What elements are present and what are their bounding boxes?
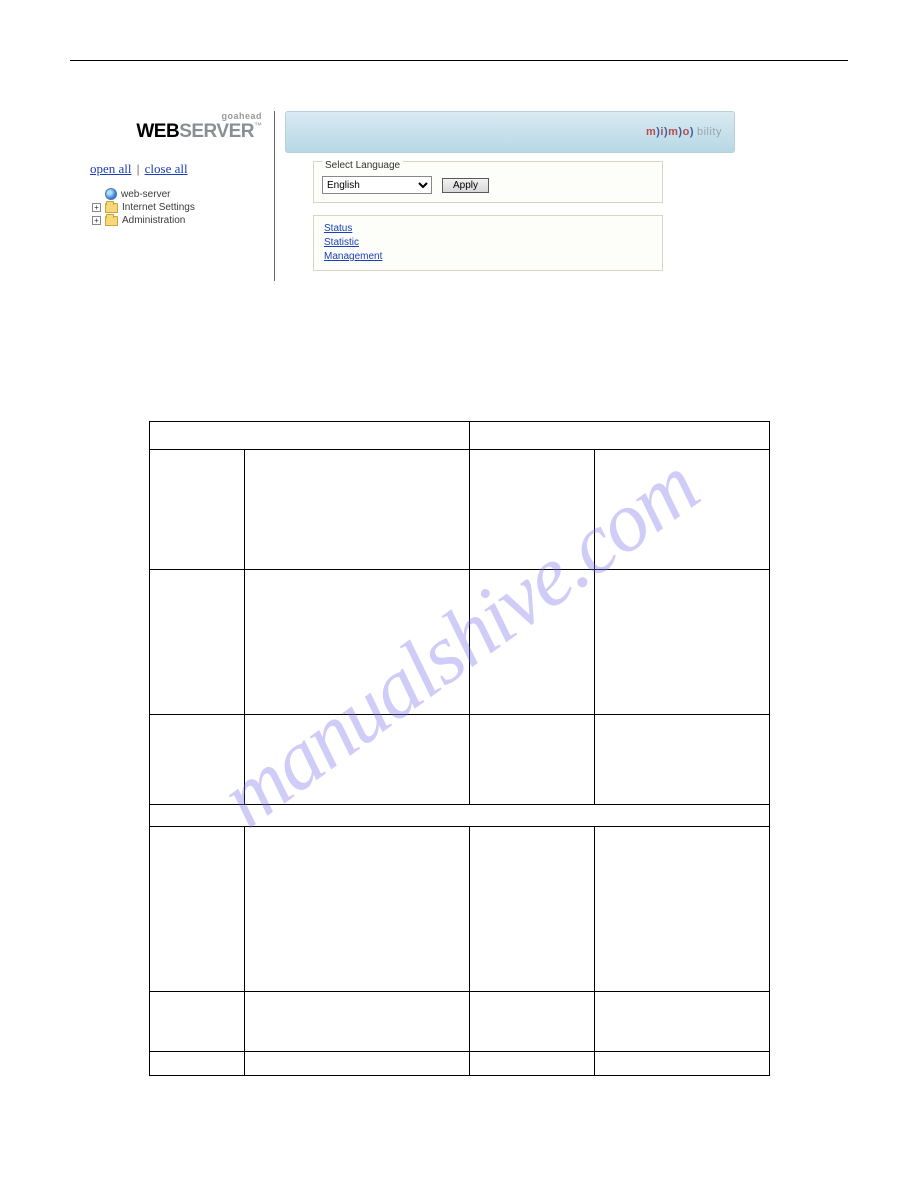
- logo-wordmark: WEBSERVER™: [90, 121, 262, 143]
- language-fieldset: Select Language English Apply: [313, 161, 663, 203]
- table-cell: [469, 827, 594, 992]
- quick-links-box: Status Statistic Management: [313, 215, 663, 271]
- tree-item-internet-settings[interactable]: + Internet Settings: [90, 201, 270, 214]
- apply-button[interactable]: Apply: [442, 178, 489, 193]
- mimo-m2: m: [668, 126, 678, 138]
- tree-label: web-server: [121, 189, 170, 200]
- mimo-text: bility: [697, 126, 722, 138]
- statistic-link[interactable]: Statistic: [324, 236, 652, 250]
- folder-icon: [105, 216, 118, 226]
- table-row: [149, 450, 769, 570]
- mimobility-logo: m)i)m)o)bility: [646, 126, 722, 138]
- close-all-link[interactable]: close all: [145, 161, 188, 176]
- table-cell: [594, 450, 769, 570]
- tree-expand-controls: open all | close all: [90, 161, 270, 177]
- tree-item-administration[interactable]: + Administration: [90, 214, 270, 227]
- table-cell: [469, 422, 769, 450]
- language-select[interactable]: English: [322, 176, 432, 194]
- nav-tree: web-server + Internet Settings + Adminis…: [90, 187, 270, 227]
- table-cell: [244, 450, 469, 570]
- table-row: [149, 992, 769, 1052]
- content-table: [149, 421, 770, 1076]
- table-cell: [244, 1052, 469, 1076]
- table-cell: [244, 827, 469, 992]
- logo-text-web: WEB: [136, 121, 179, 142]
- router-screenshot: goahead WEBSERVER™ open all | close all …: [90, 111, 750, 281]
- table-cell: [469, 450, 594, 570]
- top-rule: [70, 60, 848, 61]
- main-panel: m)i)m)o)bility Select Language English A…: [285, 111, 735, 271]
- table-cell: [594, 827, 769, 992]
- mimo-o: o: [683, 126, 690, 138]
- tree-item-webserver[interactable]: web-server: [90, 187, 270, 201]
- logo-text-server: SERVER: [179, 121, 254, 142]
- table-cell: [469, 570, 594, 715]
- table-cell: [469, 715, 594, 805]
- tree-label: Internet Settings: [122, 202, 195, 213]
- table-cell: [149, 827, 244, 992]
- logo-tagline: goahead: [90, 111, 262, 121]
- table-cell: [244, 715, 469, 805]
- tree-label: Administration: [122, 215, 185, 226]
- header-banner: m)i)m)o)bility: [285, 111, 735, 153]
- table-cell: [149, 992, 244, 1052]
- table-cell: [469, 992, 594, 1052]
- globe-icon: [105, 188, 117, 200]
- table-row: [149, 422, 769, 450]
- table-row: [149, 827, 769, 992]
- table-cell: [594, 992, 769, 1052]
- mimo-m: m: [646, 126, 656, 138]
- plus-icon[interactable]: +: [92, 203, 101, 212]
- logo-tm: ™: [254, 121, 262, 130]
- status-link[interactable]: Status: [324, 222, 652, 236]
- table-cell: [149, 715, 244, 805]
- open-all-link[interactable]: open all: [90, 161, 132, 176]
- mimo-paren: ): [690, 126, 694, 138]
- folder-icon: [105, 203, 118, 213]
- table-cell: [469, 1052, 594, 1076]
- separator: |: [135, 161, 142, 176]
- table-row: [149, 805, 769, 827]
- table-cell: [244, 570, 469, 715]
- table-cell: [594, 715, 769, 805]
- language-legend: Select Language: [322, 160, 403, 171]
- table-cell: [594, 1052, 769, 1076]
- no-expander: [92, 190, 101, 199]
- table-cell: [594, 570, 769, 715]
- logo: goahead WEBSERVER™: [90, 111, 270, 143]
- table-cell: [149, 1052, 244, 1076]
- plus-icon[interactable]: +: [92, 216, 101, 225]
- sidebar: goahead WEBSERVER™ open all | close all …: [90, 111, 275, 281]
- table-row: [149, 570, 769, 715]
- table-cell: [149, 450, 244, 570]
- table-cell: [149, 805, 769, 827]
- table-row: [149, 715, 769, 805]
- table-cell: [149, 422, 469, 450]
- table-cell: [149, 570, 244, 715]
- table-cell: [244, 992, 469, 1052]
- table-row: [149, 1052, 769, 1076]
- management-link[interactable]: Management: [324, 250, 652, 264]
